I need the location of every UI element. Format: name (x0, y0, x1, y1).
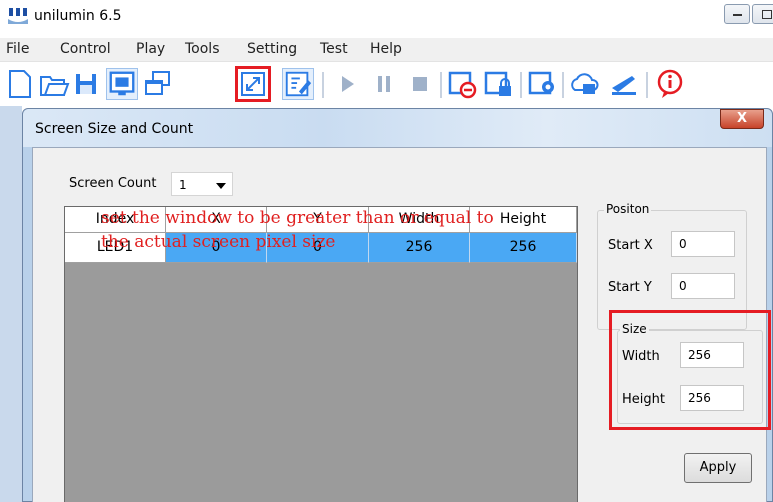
screen-count-select[interactable]: 1 (171, 172, 233, 196)
chevron-down-icon (216, 183, 226, 189)
menu-bar: File Control Play Tools Setting Test Hel… (0, 38, 773, 62)
menu-setting[interactable]: Setting (247, 41, 297, 57)
start-x-field[interactable]: 0 (671, 231, 735, 257)
menu-control[interactable]: Control (60, 41, 111, 57)
screen-icon[interactable] (106, 68, 138, 100)
height-field[interactable]: 256 (680, 385, 744, 411)
menu-test[interactable]: Test (320, 41, 348, 57)
start-y-field[interactable]: 0 (671, 273, 735, 299)
toolbar-separator (562, 72, 564, 98)
new-file-icon[interactable] (4, 68, 36, 100)
toolbar-separator (322, 72, 324, 98)
app-titlebar: unilumin 6.5 (0, 0, 773, 36)
screen-size-dialog: Screen Size and Count X Screen Count 1 I… (22, 108, 773, 502)
maximize-icon (762, 10, 772, 19)
screen-count-value: 1 (179, 178, 187, 192)
stop-icon[interactable] (404, 68, 436, 100)
brightness-icon[interactable] (608, 68, 640, 100)
apply-button[interactable]: Apply (684, 453, 752, 483)
dialog-body: Screen Count 1 Index X Y Width Height LE… (32, 147, 771, 502)
main-window-background (0, 106, 22, 502)
height-label: Height (622, 392, 665, 407)
app-title: unilumin 6.5 (34, 8, 122, 24)
menu-play[interactable]: Play (136, 41, 165, 57)
open-folder-icon[interactable] (38, 68, 70, 100)
edit-icon[interactable] (282, 68, 314, 100)
screen-settings-icon[interactable] (526, 68, 558, 100)
pause-icon[interactable] (368, 68, 400, 100)
size-group-title: Size (620, 322, 649, 336)
info-icon[interactable] (654, 68, 686, 100)
unilumin-logo-icon (8, 8, 28, 24)
size-group: Size Width 256 Height 256 (617, 322, 763, 424)
screen-size-icon[interactable] (237, 68, 269, 100)
toolbar-separator (646, 72, 648, 98)
play-icon[interactable] (330, 68, 362, 100)
cloud-icon[interactable] (568, 68, 600, 100)
toolbar-separator (520, 72, 522, 98)
maximize-button[interactable] (752, 4, 773, 24)
menu-file[interactable]: File (6, 41, 29, 57)
start-x-label: Start X (608, 238, 653, 253)
instruction-annotation: set the window to be greater than or equ… (101, 208, 494, 252)
multi-window-icon[interactable] (142, 68, 174, 100)
dialog-close-button[interactable]: X (720, 109, 764, 129)
menu-tools[interactable]: Tools (185, 41, 220, 57)
start-y-label: Start Y (608, 280, 652, 295)
menu-help[interactable]: Help (370, 41, 402, 57)
minimize-button[interactable] (724, 4, 750, 24)
position-group-title: Positon (604, 202, 652, 216)
dialog-titlebar: Screen Size and Count X (23, 109, 772, 147)
toolbar-separator (440, 72, 442, 98)
lock-screen-icon[interactable] (482, 68, 514, 100)
remove-screen-icon[interactable] (446, 68, 478, 100)
screen-count-label: Screen Count (69, 176, 157, 191)
width-field[interactable]: 256 (680, 342, 744, 368)
width-label: Width (622, 349, 660, 364)
minimize-icon (733, 14, 742, 16)
dialog-title: Screen Size and Count (35, 121, 194, 137)
toolbar (0, 62, 773, 106)
save-icon[interactable] (70, 68, 102, 100)
